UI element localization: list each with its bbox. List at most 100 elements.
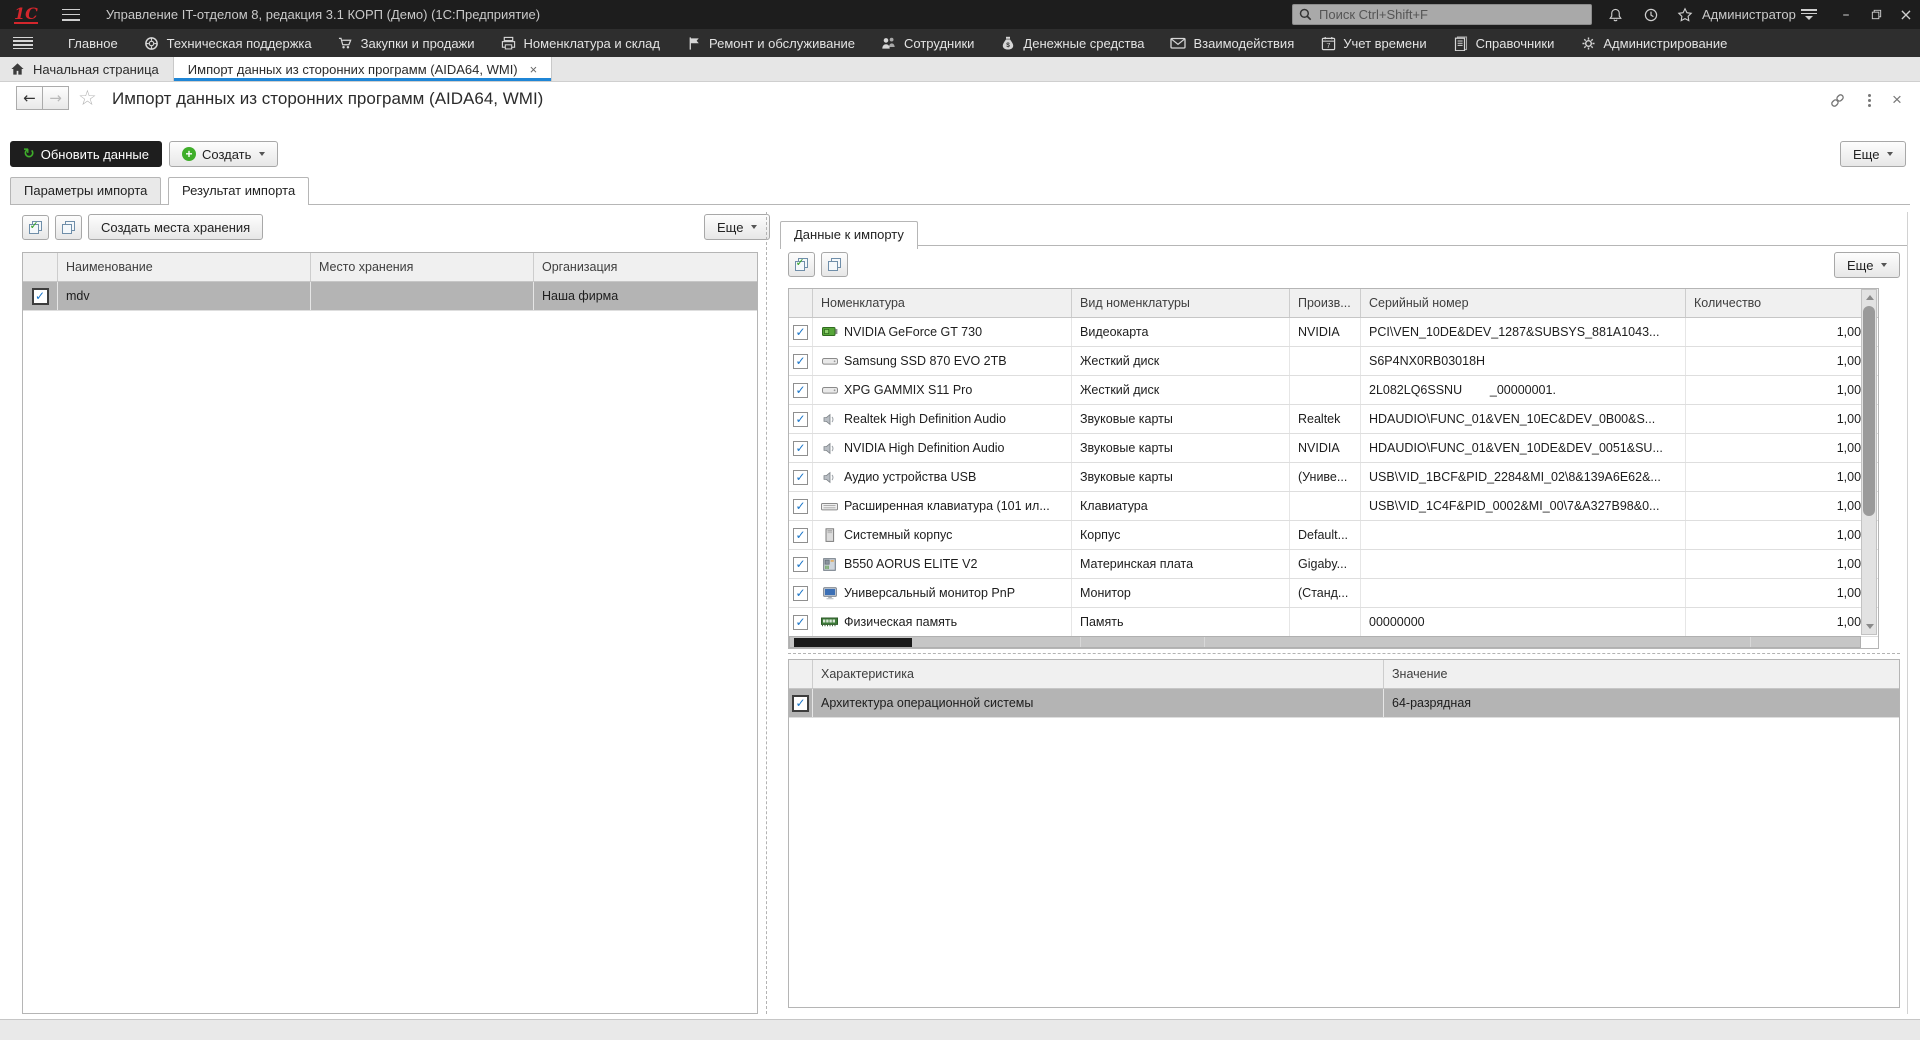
column-header[interactable]: Вид номенклатуры bbox=[1072, 289, 1290, 317]
table-row[interactable]: ✓Архитектура операционной системы64-разр… bbox=[789, 689, 1899, 718]
scrollbar-thumb[interactable] bbox=[1863, 306, 1875, 516]
tab-home-page[interactable]: Начальная страница bbox=[0, 57, 174, 81]
column-header[interactable]: Значение bbox=[1384, 660, 1899, 688]
main-menu-icon[interactable] bbox=[62, 9, 80, 21]
command-bar: ↻ Обновить данные + Создать bbox=[10, 141, 278, 167]
chevron-down-icon bbox=[751, 225, 757, 229]
row-checkbox[interactable]: ✓ bbox=[793, 499, 808, 514]
get-link-icon[interactable] bbox=[1826, 90, 1848, 110]
create-storage-button[interactable]: Создать места хранения bbox=[88, 214, 263, 240]
minimize-button[interactable]: – bbox=[1832, 0, 1860, 29]
check-all-icon: ✓ bbox=[29, 221, 43, 234]
menu-item-purchases-sales[interactable]: Закупки и продажи bbox=[325, 29, 488, 57]
menu-item-references[interactable]: Справочники bbox=[1440, 29, 1568, 57]
svg-text:$: $ bbox=[1007, 42, 1011, 49]
current-user[interactable]: Администратор bbox=[1702, 0, 1796, 29]
close-form-icon[interactable]: × bbox=[1886, 90, 1908, 110]
nomenclature-name: XPG GAMMIX S11 Pro bbox=[844, 376, 972, 404]
table-row[interactable]: ✓B550 AORUS ELITE V2Материнская платаGig… bbox=[789, 550, 1878, 579]
left-more-button[interactable]: Еще bbox=[704, 214, 770, 240]
page-more-button[interactable]: Еще bbox=[1840, 141, 1906, 167]
serial-cell: USB\VID_1C4F&PID_0002&MI_00\7&A327B98&0.… bbox=[1361, 492, 1686, 520]
column-header[interactable]: Организация bbox=[534, 253, 757, 281]
right-more-button[interactable]: Еще bbox=[1834, 252, 1900, 278]
menu-item-tech-support[interactable]: Техническая поддержка bbox=[131, 29, 325, 57]
column-header[interactable]: Наименование bbox=[58, 253, 311, 281]
close-window-button[interactable]: × bbox=[1892, 0, 1920, 29]
table-row[interactable]: ✓NVIDIA High Definition AudioЗвуковые ка… bbox=[789, 434, 1878, 463]
column-header[interactable]: Характеристика bbox=[813, 660, 1384, 688]
row-checkbox[interactable]: ✓ bbox=[793, 325, 808, 340]
refresh-data-button[interactable]: ↻ Обновить данные bbox=[10, 141, 162, 167]
notifications-bell-icon[interactable] bbox=[1600, 0, 1630, 29]
serial-cell bbox=[1361, 579, 1686, 607]
row-checkbox[interactable]: ✓ bbox=[793, 354, 808, 369]
back-button[interactable]: ← bbox=[16, 86, 43, 110]
row-checkbox[interactable]: ✓ bbox=[793, 586, 808, 601]
row-checkbox[interactable]: ✓ bbox=[793, 470, 808, 485]
menu-item-interactions[interactable]: Взаимодействия bbox=[1157, 29, 1307, 57]
row-checkbox[interactable]: ✓ bbox=[793, 441, 808, 456]
column-header[interactable]: Номенклатура bbox=[813, 289, 1072, 317]
menu-item-money[interactable]: $Денежные средства bbox=[987, 29, 1157, 57]
menu-item-nomenclature-stock[interactable]: Номенклатура и склад bbox=[488, 29, 673, 57]
panel-splitter[interactable] bbox=[766, 212, 767, 1014]
table-row[interactable]: ✓Системный корпусКорпусDefault...1,000 bbox=[789, 521, 1878, 550]
tab-import-params[interactable]: Параметры импорта bbox=[10, 177, 161, 204]
more-actions-dots-icon[interactable] bbox=[1858, 90, 1880, 110]
speaker-icon bbox=[821, 413, 838, 426]
table-row[interactable]: ✓Расширенная клавиатура (101 ил...Клавиа… bbox=[789, 492, 1878, 521]
row-checkbox[interactable]: ✓ bbox=[33, 289, 48, 304]
user-menu-icon[interactable] bbox=[1794, 0, 1824, 29]
check-all-button[interactable]: ✓ bbox=[788, 252, 815, 277]
history-icon[interactable] bbox=[1636, 0, 1666, 29]
menu-item-administration[interactable]: Администрирование bbox=[1567, 29, 1740, 57]
check-all-button[interactable]: ✓ bbox=[22, 215, 49, 240]
forward-button[interactable]: → bbox=[42, 86, 69, 110]
tab-import-data[interactable]: Импорт данных из сторонних программ (AID… bbox=[174, 57, 552, 81]
uncheck-all-button[interactable] bbox=[821, 252, 848, 277]
menu-item-staff[interactable]: Сотрудники bbox=[868, 29, 987, 57]
global-search[interactable] bbox=[1292, 4, 1592, 25]
row-checkbox[interactable]: ✓ bbox=[793, 412, 808, 427]
table-row[interactable]: ✓Универсальный монитор PnPМонитор(Станд.… bbox=[789, 579, 1878, 608]
favorites-star-icon[interactable] bbox=[1670, 0, 1700, 29]
table-row[interactable]: ✓Аудио устройства USBЗвуковые карты(Унив… bbox=[789, 463, 1878, 492]
tab-import-result[interactable]: Результат импорта bbox=[168, 177, 309, 205]
uncheck-all-button[interactable] bbox=[55, 215, 82, 240]
table-row[interactable]: ✓Samsung SSD 870 EVO 2TBЖесткий дискS6P4… bbox=[789, 347, 1878, 376]
horizontal-scrollbar[interactable] bbox=[789, 636, 1861, 648]
restore-button[interactable] bbox=[1862, 0, 1890, 29]
tab-import-data-list[interactable]: Данные к импорту bbox=[780, 221, 918, 249]
menu-item-repair-service[interactable]: Ремонт и обслуживание bbox=[673, 29, 868, 57]
table-row[interactable]: ✓Физическая памятьПамять000000001,000 bbox=[789, 608, 1878, 637]
quantity-cell: 1,000 bbox=[1686, 550, 1878, 578]
scroll-up-icon[interactable] bbox=[1866, 295, 1874, 300]
column-header[interactable]: Место хранения bbox=[311, 253, 534, 281]
favorite-page-star-icon[interactable]: ☆ bbox=[78, 86, 97, 110]
menu-item-home[interactable]: Главное bbox=[55, 29, 131, 57]
row-checkbox[interactable]: ✓ bbox=[793, 557, 808, 572]
table-row[interactable]: ✓XPG GAMMIX S11 ProЖесткий диск2L082LQ6S… bbox=[789, 376, 1878, 405]
table-row[interactable]: ✓Realtek High Definition AudioЗвуковые к… bbox=[789, 405, 1878, 434]
scrollbar-thumb[interactable] bbox=[794, 638, 912, 647]
row-checkbox[interactable]: ✓ bbox=[793, 615, 808, 630]
create-button[interactable]: + Создать bbox=[169, 141, 278, 167]
tab-close-icon[interactable]: × bbox=[530, 62, 538, 77]
nomenclature-cell: Системный корпус bbox=[813, 521, 1072, 549]
characteristic-cell: Архитектура операционной системы bbox=[813, 689, 1384, 717]
scroll-down-icon[interactable] bbox=[1866, 624, 1874, 629]
row-checkbox[interactable]: ✓ bbox=[793, 528, 808, 543]
menu-item-time-tracking[interactable]: 7Учет времени bbox=[1307, 29, 1439, 57]
column-header[interactable]: Произв... bbox=[1290, 289, 1361, 317]
column-header[interactable]: Количество bbox=[1686, 289, 1878, 317]
row-checkbox[interactable]: ✓ bbox=[793, 696, 808, 711]
table-row[interactable]: ✓NVIDIA GeForce GT 730ВидеокартаNVIDIAPC… bbox=[789, 318, 1878, 347]
table-row[interactable]: ✓mdvНаша фирма bbox=[23, 282, 757, 311]
global-search-input[interactable] bbox=[1317, 6, 1585, 23]
tables-splitter[interactable] bbox=[788, 653, 1900, 654]
column-header[interactable]: Серийный номер bbox=[1361, 289, 1686, 317]
sections-list-icon[interactable] bbox=[13, 37, 33, 50]
row-checkbox[interactable]: ✓ bbox=[793, 383, 808, 398]
vertical-scrollbar[interactable] bbox=[1861, 289, 1877, 635]
